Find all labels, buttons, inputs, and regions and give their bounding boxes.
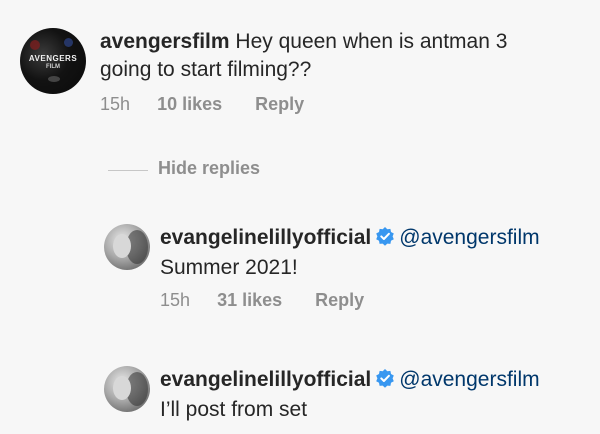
comment-body: avengersfilm Hey queen when is antman 3 …	[100, 28, 507, 84]
verified-badge-icon	[375, 368, 395, 396]
comment-time: 15h	[100, 94, 131, 114]
reply-body: evangelinelillyofficial @avengersfilm I’l…	[160, 366, 540, 424]
avatar-decoration	[30, 40, 40, 50]
reply-time: 15h	[160, 290, 191, 310]
replies-divider	[108, 170, 148, 171]
reply-mention-link[interactable]: @avengersfilm	[399, 226, 539, 249]
hide-replies-button[interactable]: Hide replies	[158, 158, 260, 179]
reply-mention-link[interactable]: @avengersfilm	[399, 368, 539, 391]
avatar[interactable]	[104, 366, 150, 412]
comment-likes[interactable]: 10 likes	[157, 94, 222, 114]
comment-reply-button[interactable]: Reply	[255, 94, 304, 114]
reply-text: I’ll post from set	[160, 398, 308, 421]
reply-reply-button[interactable]: Reply	[315, 290, 364, 310]
avatar-decoration	[113, 376, 131, 400]
avatar-decoration	[48, 76, 60, 82]
comment-text-line2: going to start filming??	[100, 58, 312, 81]
reply-text: Summer 2021!	[160, 256, 298, 279]
avatar-decoration	[64, 38, 73, 47]
reply-username[interactable]: evangelinelillyofficial	[160, 226, 371, 249]
comment-meta: 15h 10 likes Reply	[100, 94, 304, 115]
avatar[interactable]: AVENGERS FILM	[20, 28, 86, 94]
reply-username[interactable]: evangelinelillyofficial	[160, 368, 371, 391]
comment-text-line1: Hey queen when is antman 3	[235, 30, 508, 53]
avatar-logo-subtext: FILM	[46, 64, 60, 70]
reply-body: evangelinelillyofficial @avengersfilm Sum…	[160, 224, 540, 282]
reply-meta: 15h 31 likes Reply	[160, 290, 364, 311]
avatar[interactable]	[104, 224, 150, 270]
comment-username[interactable]: avengersfilm	[100, 30, 230, 53]
verified-badge-icon	[375, 226, 395, 254]
avatar-logo-text: AVENGERS	[28, 54, 78, 63]
reply-likes[interactable]: 31 likes	[217, 290, 282, 310]
avatar-decoration	[113, 234, 131, 258]
